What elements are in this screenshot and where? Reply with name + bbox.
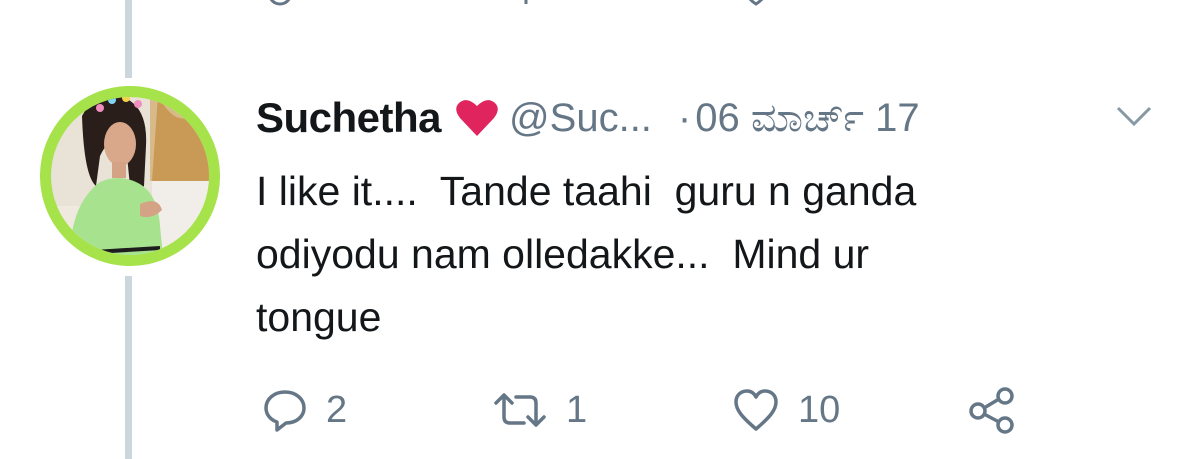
- reply-icon[interactable]: [262, 0, 298, 8]
- share-icon: [968, 385, 1018, 435]
- share-button[interactable]: [968, 380, 1018, 440]
- retweet-icon: [492, 387, 548, 433]
- tweet-header: Suchetha @Suc... · 06 ಮಾರ್ಚ್ 17: [256, 93, 920, 143]
- author-handle[interactable]: @Suc...: [509, 96, 652, 141]
- retweet-icon[interactable]: [496, 0, 540, 8]
- separator-dot: ·: [677, 95, 692, 140]
- thread-line-bottom: [125, 276, 132, 459]
- share-icon[interactable]: [980, 0, 1020, 8]
- retweet-button[interactable]: 1: [492, 380, 587, 440]
- like-icon[interactable]: [736, 0, 776, 8]
- chevron-down-icon[interactable]: [1114, 104, 1154, 135]
- reply-button[interactable]: 2: [262, 380, 347, 440]
- reply-icon: [262, 387, 308, 433]
- thread-line-top: [125, 0, 132, 78]
- reply-count: 2: [326, 388, 348, 431]
- previous-tweet-actions: [0, 0, 1200, 8]
- retweet-count: 1: [566, 388, 588, 431]
- heart-emoji: [455, 98, 499, 138]
- avatar[interactable]: [40, 86, 220, 266]
- like-button[interactable]: 10: [732, 380, 840, 440]
- author-name[interactable]: Suchetha: [256, 94, 442, 142]
- tweet-date[interactable]: 06 ಮಾರ್ಚ್ 17: [695, 96, 919, 141]
- like-icon: [732, 387, 780, 433]
- like-count: 10: [798, 388, 841, 431]
- tweet-text: I like it.... Tande taahi guru n ganda o…: [256, 168, 917, 340]
